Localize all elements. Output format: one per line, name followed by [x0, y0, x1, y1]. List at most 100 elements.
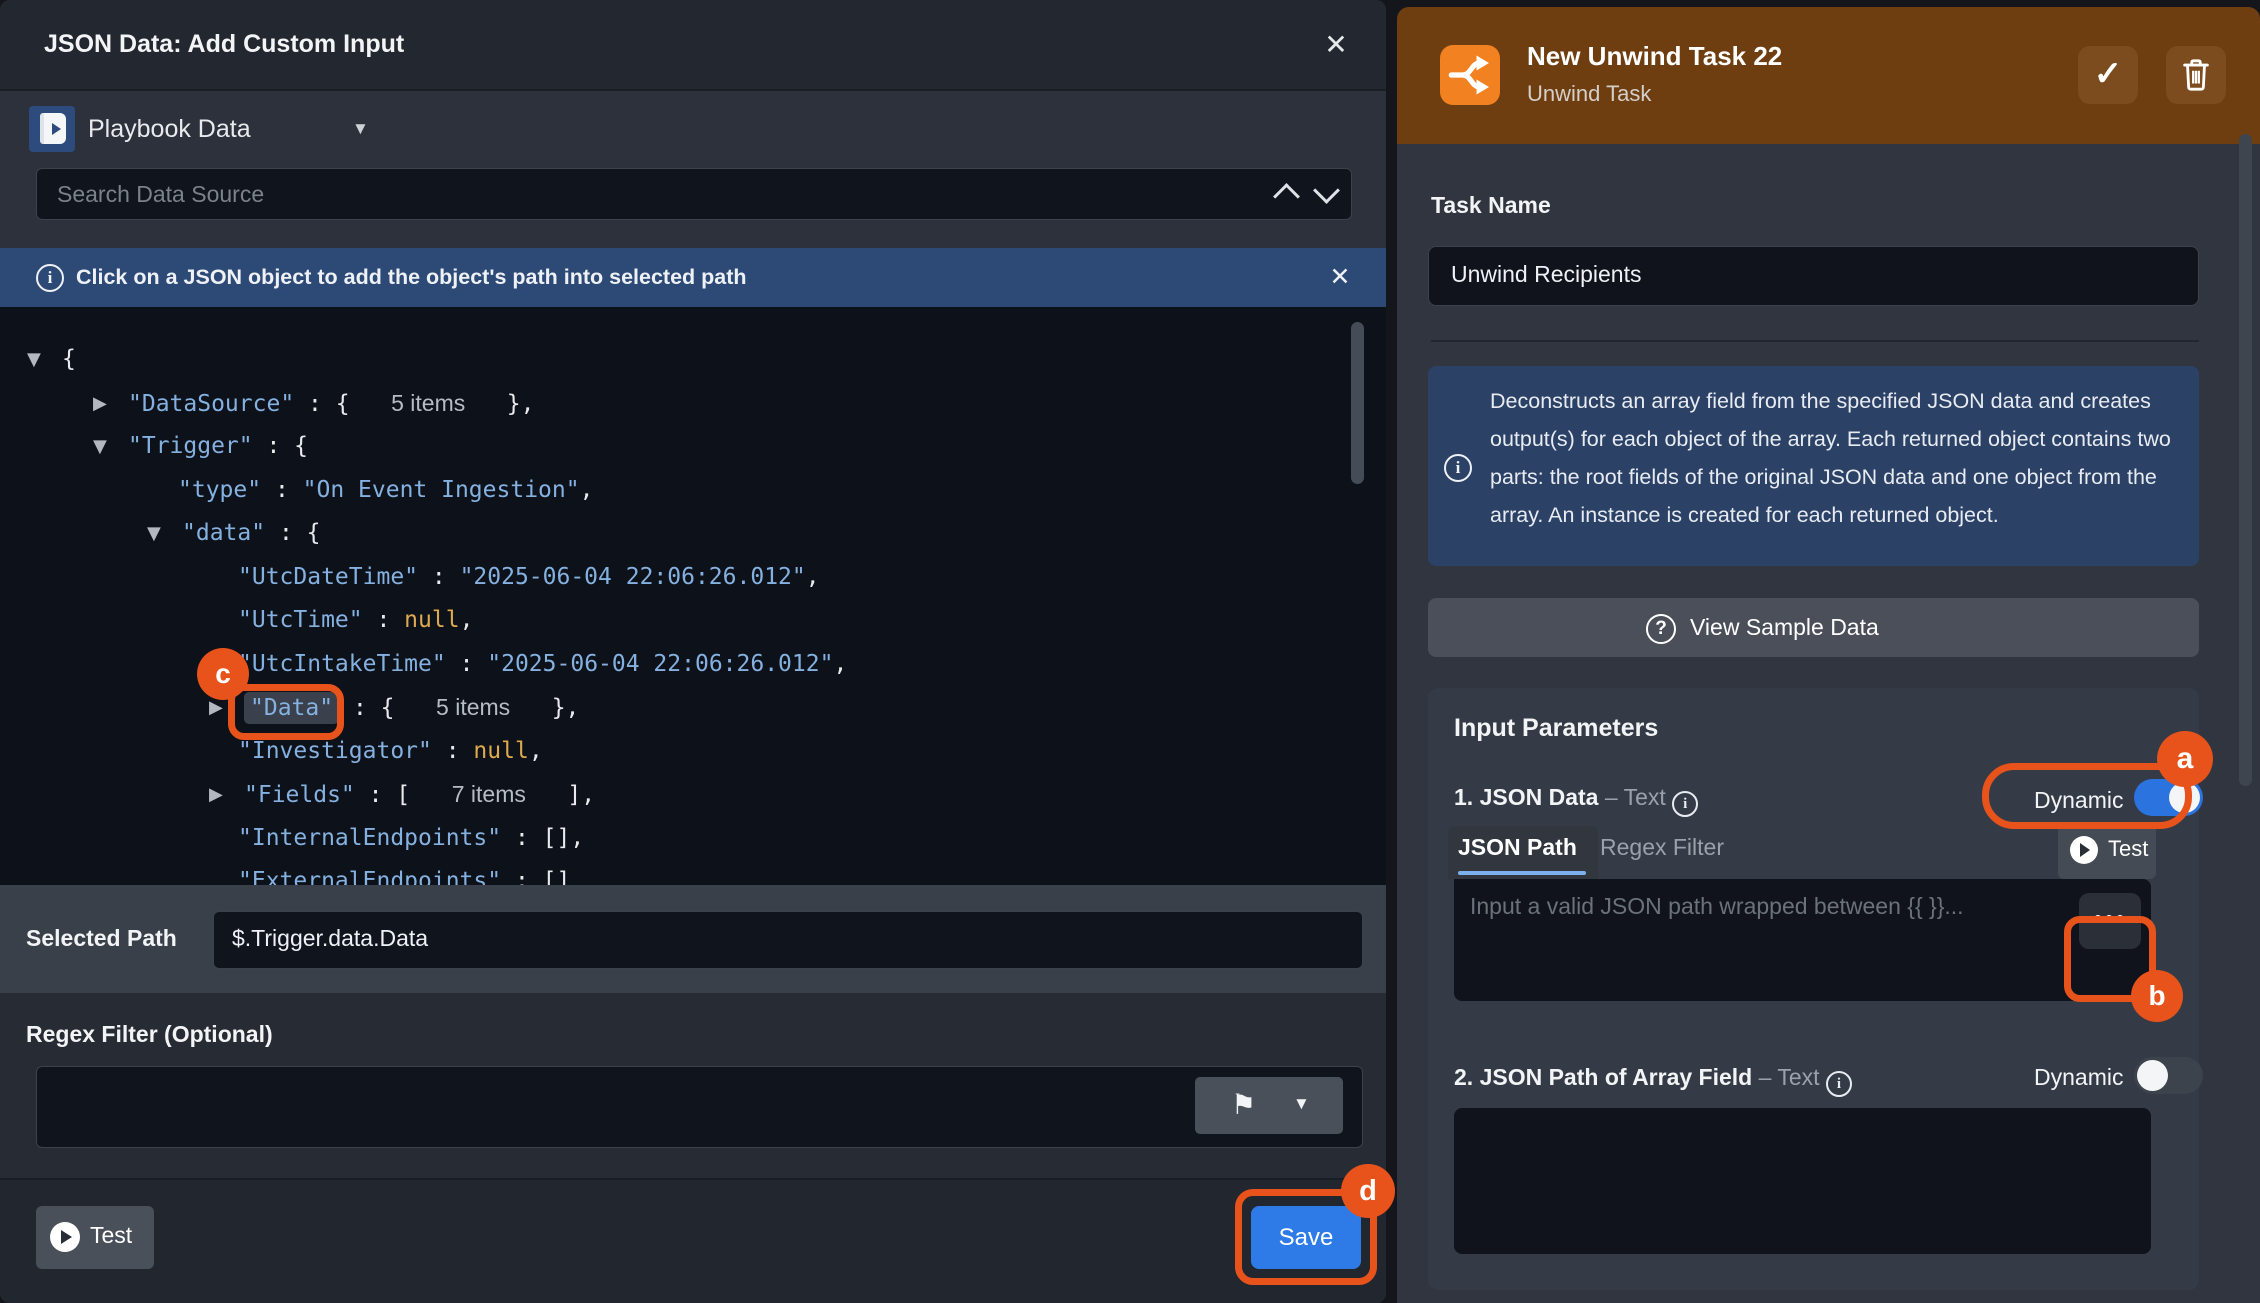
tree-row[interactable]: ▼ "Trigger" : { — [0, 425, 1386, 469]
json-data-dialog: JSON Data: Add Custom Input ✕ Playbook D… — [0, 0, 1386, 1303]
tree-segment: }, — [510, 695, 579, 721]
tree-row[interactable]: "Investigator" : null, — [0, 730, 1386, 774]
tree-segment[interactable]: "Trigger" — [128, 433, 253, 459]
tab-json-path[interactable]: JSON Path — [1458, 834, 1577, 861]
tree-segment[interactable]: "Fields" — [244, 782, 355, 808]
param1-placeholder: Input a valid JSON path wrapped between … — [1470, 893, 1964, 920]
unwind-task-panel: New Unwind Task 22 Unwind Task ✓ Task Na… — [1397, 7, 2260, 1303]
info-icon[interactable]: i — [1826, 1071, 1852, 1097]
collapse-icon[interactable]: ▼ — [27, 338, 41, 382]
tree-segment: "On Event Ingestion" — [303, 477, 580, 503]
param1-test-button[interactable]: Test — [2058, 822, 2156, 879]
input-parameters-heading: Input Parameters — [1454, 714, 1658, 743]
expand-icon[interactable]: ▶ — [209, 773, 223, 817]
tree-segment[interactable]: "Investigator" — [238, 738, 432, 764]
tree-segment[interactable]: "UtcIntakeTime" — [238, 651, 446, 677]
tree-row[interactable]: "InternalEndpoints" : [], — [0, 817, 1386, 861]
chevron-down-icon[interactable] — [1313, 177, 1340, 204]
param2-name: 2. JSON Path of Array Field — [1454, 1064, 1752, 1090]
tree-segment: , — [580, 477, 594, 503]
tree-row[interactable]: "type" : "On Event Ingestion", — [0, 469, 1386, 513]
chevron-down-icon: ▼ — [1293, 1094, 1310, 1114]
tree-segment: : — [432, 738, 474, 764]
tree-row[interactable]: "UtcDateTime" : "2025-06-04 22:06:26.012… — [0, 556, 1386, 600]
info-icon: i — [1444, 454, 1472, 482]
task-body: Task Name Unwind Recipients i Deconstruc… — [1397, 144, 2260, 1303]
task-subtitle: Unwind Task — [1527, 81, 1651, 107]
tree-segment: }, — [465, 391, 534, 417]
tree-segment: : { — [339, 695, 436, 721]
banner-close-icon[interactable]: ✕ — [1322, 262, 1358, 294]
confirm-button[interactable]: ✓ — [2078, 46, 2138, 104]
tree-segment[interactable]: "type" — [178, 477, 261, 503]
tree-segment: : [ — [355, 782, 452, 808]
regex-filter-section: Regex Filter (Optional) ⚑ ▼ — [0, 993, 1386, 1178]
tree-row[interactable]: ▶ "Data" : { 5 items }, — [0, 686, 1386, 730]
tree-segment: { — [62, 346, 76, 372]
task-description: Deconstructs an array field from the spe… — [1490, 382, 2182, 534]
tree-row[interactable]: "UtcTime" : null, — [0, 599, 1386, 643]
search-input[interactable]: Search Data Source — [36, 168, 1352, 220]
tree-row[interactable]: ▼"data" : { — [0, 512, 1386, 556]
tree-segment[interactable]: "ExternalEndpoints" — [238, 868, 501, 885]
regex-flags-dropdown[interactable]: ⚑ ▼ — [1195, 1077, 1343, 1134]
param1-name: 1. JSON Data — [1454, 784, 1598, 810]
panel-scrollbar[interactable] — [2239, 134, 2252, 786]
test-button[interactable]: Test — [36, 1206, 154, 1269]
tree-row[interactable]: "UtcIntakeTime" : "2025-06-04 22:06:26.0… — [0, 643, 1386, 687]
tab-active-underline — [1458, 871, 1586, 875]
selected-path-input[interactable]: $.Trigger.data.Data — [213, 911, 1363, 969]
tree-segment: , — [833, 651, 847, 677]
tree-segment: : — [261, 477, 303, 503]
view-sample-data-button[interactable]: ? View Sample Data — [1428, 598, 2199, 657]
tree-row[interactable]: ▼{ — [0, 338, 1386, 382]
param2-dynamic-toggle[interactable] — [2134, 1057, 2203, 1094]
tree-segment[interactable]: "data" — [182, 520, 265, 546]
tree-segment: : { — [253, 433, 308, 459]
playbook-icon — [29, 106, 75, 152]
save-button[interactable]: Save — [1251, 1206, 1361, 1269]
tree-segment[interactable]: "InternalEndpoints" — [238, 825, 501, 851]
tree-row[interactable]: ▶"Fields" : [ 7 items ], — [0, 773, 1386, 817]
tree-row[interactable]: "ExternalEndpoints" : [] — [0, 860, 1386, 885]
param2-label: 2. JSON Path of Array Field – Text i — [1454, 1064, 1852, 1097]
param1-label: 1. JSON Data – Text i — [1454, 784, 1698, 817]
tree-segment: 5 items — [436, 694, 510, 720]
task-name-input[interactable]: Unwind Recipients — [1428, 246, 2199, 306]
play-icon — [50, 1222, 80, 1252]
param1-textarea[interactable]: Input a valid JSON path wrapped between … — [1454, 879, 2151, 1001]
param1-dynamic-toggle[interactable] — [2134, 779, 2203, 816]
task-name-value: Unwind Recipients — [1451, 261, 1641, 288]
tree-segment[interactable]: "UtcTime" — [238, 607, 363, 633]
expand-icon[interactable]: ▶ — [209, 686, 223, 730]
collapse-icon[interactable]: ▼ — [93, 425, 107, 469]
delete-button[interactable] — [2166, 46, 2226, 104]
tree-row[interactable]: ▶"DataSource" : { 5 items }, — [0, 382, 1386, 426]
tab-regex-filter[interactable]: Regex Filter — [1600, 834, 1724, 861]
expand-icon[interactable]: ▶ — [93, 382, 107, 426]
tree-segment: : — [363, 607, 405, 633]
play-icon — [2070, 836, 2098, 864]
tree-segment: "2025-06-04 22:06:26.012" — [487, 651, 833, 677]
param2-textarea[interactable] — [1454, 1108, 2151, 1254]
dialog-header: JSON Data: Add Custom Input ✕ — [0, 0, 1386, 91]
tree-key-data-highlighted[interactable]: "Data" — [244, 692, 339, 724]
tree-scrollbar[interactable] — [1351, 322, 1364, 484]
chevron-up-icon[interactable] — [1273, 183, 1300, 210]
dialog-title: JSON Data: Add Custom Input — [44, 30, 404, 59]
more-options-button[interactable]: ••• — [2079, 893, 2141, 949]
tree-segment: , — [529, 738, 543, 764]
param1-type: – Text — [1598, 784, 1665, 810]
close-icon[interactable]: ✕ — [1316, 28, 1356, 64]
tree-segment[interactable]: "DataSource" — [128, 391, 294, 417]
tree-segment[interactable]: "UtcDateTime" — [238, 564, 418, 590]
chevron-down-icon[interactable]: ▼ — [352, 119, 369, 139]
dialog-footer: Test Save — [0, 1178, 1386, 1303]
regex-filter-input[interactable]: ⚑ ▼ — [36, 1066, 1363, 1148]
collapse-icon[interactable]: ▼ — [147, 512, 161, 556]
param1-test-label: Test — [2108, 836, 2148, 862]
data-source-selector[interactable]: Playbook Data — [88, 115, 251, 144]
task-title: New Unwind Task 22 — [1527, 41, 1782, 72]
view-sample-data-label: View Sample Data — [1690, 614, 1879, 641]
info-icon[interactable]: i — [1672, 791, 1698, 817]
